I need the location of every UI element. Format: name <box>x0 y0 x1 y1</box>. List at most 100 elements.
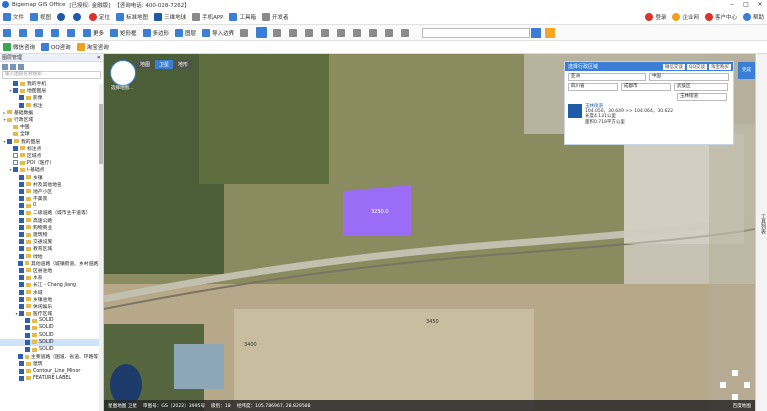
layer-checkbox[interactable] <box>19 181 24 187</box>
nav-left-icon[interactable] <box>720 382 726 388</box>
layers-button[interactable] <box>51 28 61 37</box>
edit-button[interactable] <box>385 28 395 37</box>
bigemap-map-logo[interactable]: 选择地图... <box>110 60 136 91</box>
menu-standard-map[interactable]: 标准地图 <box>116 12 148 21</box>
layer-checkbox[interactable] <box>19 196 24 202</box>
layer-checkbox[interactable] <box>19 375 24 381</box>
pin-icon[interactable]: ✕ <box>97 55 101 61</box>
menu-developer[interactable]: 开发者 <box>262 12 289 21</box>
maximize-button[interactable]: □ <box>739 1 753 8</box>
layer-tree-item[interactable]: 绿地 <box>0 253 103 260</box>
layer-checkbox[interactable] <box>19 267 24 273</box>
layer-tree-item[interactable]: 中国 <box>0 123 103 130</box>
layer-tree-item[interactable]: SOLID <box>0 332 103 339</box>
taobao-buy-button[interactable]: 淘宝购买 <box>709 63 731 70</box>
folder-layer-icon[interactable] <box>10 63 16 70</box>
map-search-input[interactable] <box>422 27 531 38</box>
layer-tree-item[interactable]: 地产小区 <box>0 188 103 195</box>
taobao-consult-button[interactable]: 淘宝咨询 <box>76 43 109 51</box>
draw-line-button[interactable] <box>273 28 283 37</box>
layer-checkbox[interactable] <box>25 339 30 345</box>
layer-tree-item[interactable]: 建筑物 <box>0 231 103 238</box>
menu-mobile-app[interactable]: 手机APP <box>192 12 223 21</box>
layer-tree-item[interactable]: ▾ 地图图层 <box>0 87 103 94</box>
layer-checkbox[interactable] <box>25 325 30 331</box>
layer-checkbox[interactable] <box>13 88 18 94</box>
layer-checkbox[interactable] <box>18 260 23 266</box>
enterprise-button[interactable]: 企业网 <box>672 12 699 21</box>
selected-region-polygon[interactable]: 3250.0 <box>343 185 411 236</box>
zoom-in-button[interactable] <box>57 12 67 21</box>
layer-checkbox[interactable] <box>19 289 24 295</box>
layer-checkbox[interactable] <box>19 361 24 367</box>
layer-tree-item[interactable]: ▾ 我的图层 <box>0 138 103 145</box>
layer-tree-item[interactable]: 二级道路（城市主干道等） <box>0 209 103 216</box>
layer-checkbox[interactable] <box>19 203 24 209</box>
layer-checkbox[interactable] <box>19 210 24 216</box>
district-select[interactable]: 武侯区 <box>674 83 728 91</box>
layer-tree-item[interactable]: ▸ 基础数据 <box>0 109 103 116</box>
layer-tree-item[interactable]: Contour_Line_Minor <box>0 368 103 375</box>
delete-button[interactable] <box>401 28 411 37</box>
layer-tree-item[interactable]: 建筑 <box>0 360 103 367</box>
layer-checkbox[interactable] <box>19 224 24 230</box>
layer-checkbox[interactable] <box>25 347 30 353</box>
complete-button[interactable]: 完成 <box>738 62 755 79</box>
layer-checkbox[interactable] <box>19 246 24 252</box>
layer-tree-item[interactable]: SOLID <box>0 324 103 331</box>
layer-tree-item[interactable]: 标注点 <box>0 145 103 152</box>
qq-chat-button[interactable]: QQ交谈 <box>686 63 707 70</box>
download-icon[interactable] <box>568 104 582 118</box>
customer-center-button[interactable]: 客户中心 <box>704 12 737 21</box>
region-result[interactable]: 玉林街道 104.050，30.649 >> 104.064，30.622 长度… <box>565 104 733 125</box>
layer-checkbox[interactable] <box>19 239 24 245</box>
import-boundary-button[interactable]: 导入边界 <box>202 28 234 37</box>
layer-tree-item[interactable]: 水域 <box>0 288 103 296</box>
street-select[interactable]: 玉林街道 <box>677 93 727 101</box>
select-pointer-button[interactable] <box>256 27 268 38</box>
close-button[interactable]: ✕ <box>753 1 767 8</box>
layer-checkbox[interactable] <box>19 253 24 259</box>
layer-tree-item[interactable]: 主要道路（国道、省道、环路等） <box>0 353 103 360</box>
layer-tree-item[interactable]: 休闲娱乐 <box>0 303 103 310</box>
layer-tree-item[interactable]: 交通设施 <box>0 238 103 245</box>
layer-tree-item[interactable]: ▾ 行政区域 <box>0 116 103 123</box>
help-button[interactable]: 帮助 <box>742 12 764 21</box>
tab-satellite[interactable]: 卫星 <box>155 60 174 69</box>
layer-tree-item[interactable]: SOLID <box>0 317 103 324</box>
layer-search-input[interactable]: 输入图层名称搜索... <box>2 71 101 79</box>
layer-checkbox[interactable] <box>19 311 24 317</box>
city-select[interactable]: 成都市 <box>621 83 671 91</box>
layer-checkbox[interactable] <box>13 81 18 87</box>
layer-checkbox[interactable] <box>25 332 30 338</box>
layer-tree-item[interactable]: 我的手机 <box>0 80 103 87</box>
layer-checkbox[interactable] <box>19 95 24 101</box>
minimize-button[interactable]: ‒ <box>725 1 739 8</box>
marker-button[interactable] <box>369 28 379 37</box>
layer-checkbox[interactable] <box>19 174 24 180</box>
layer-tree-item[interactable]: 村及其他地名 <box>0 181 103 188</box>
menu-file[interactable]: 文件 <box>3 12 24 21</box>
layer-checkbox[interactable] <box>19 368 24 374</box>
layer-checkbox[interactable] <box>13 145 18 151</box>
menu-3d-globe[interactable]: 三维地球 <box>154 12 186 21</box>
layer-tree-item[interactable]: 0 <box>0 202 103 209</box>
country-select[interactable]: 中国 <box>649 73 729 81</box>
tab-terrain[interactable]: 地形 <box>174 60 193 69</box>
layer-tree-item[interactable]: 水系 <box>0 274 103 281</box>
draw-polygon-button[interactable] <box>321 28 331 37</box>
layer-tree-item[interactable]: 乡镇驻地 <box>0 296 103 303</box>
layer-checkbox[interactable] <box>19 188 24 194</box>
layer-checkbox[interactable] <box>19 296 24 302</box>
layer-tree-item[interactable]: 区域点 <box>0 152 103 159</box>
layer-tree-item[interactable]: 其他道路（城镇街道、乡村道路） <box>0 260 103 267</box>
menu-view[interactable]: 视图 <box>30 12 51 21</box>
layer-tree-item[interactable]: 影像 <box>0 94 103 101</box>
layer-tool-button[interactable]: 图层 <box>175 28 196 37</box>
layer-checkbox[interactable] <box>19 303 24 309</box>
continent-select[interactable]: 亚洲 <box>568 73 646 81</box>
search-button[interactable] <box>531 27 542 38</box>
layer-checkbox[interactable] <box>19 275 24 281</box>
folder-button[interactable] <box>3 28 13 37</box>
layer-tree-item[interactable]: SOLID <box>0 338 103 346</box>
